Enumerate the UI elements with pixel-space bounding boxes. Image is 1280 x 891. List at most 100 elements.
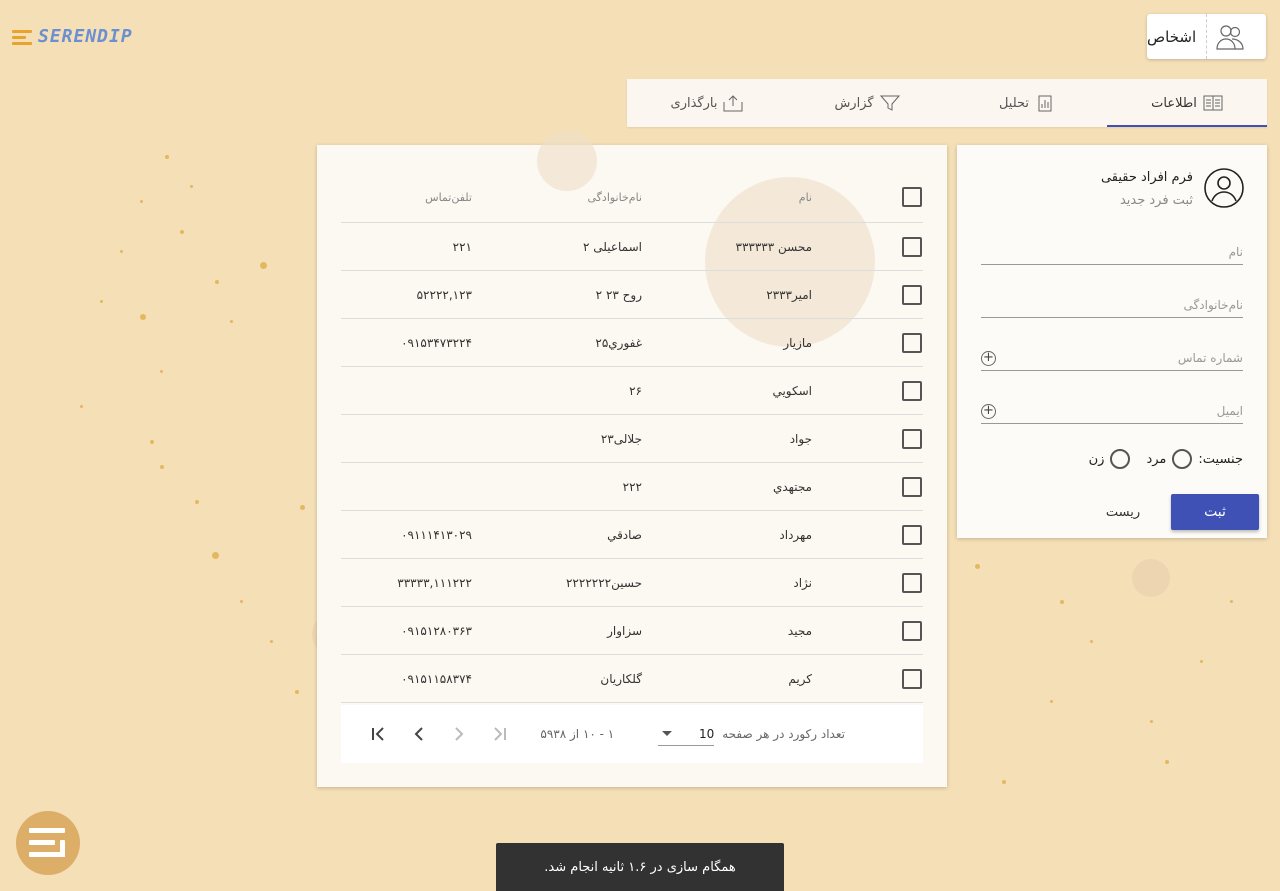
row-checkbox[interactable] xyxy=(902,620,922,641)
cell-name: مجتهدي xyxy=(772,479,812,494)
speckle xyxy=(1090,640,1093,643)
row-checkbox[interactable] xyxy=(902,524,922,545)
gender-male-radio[interactable] xyxy=(1172,449,1193,469)
tab-upload-label: بارگذاری xyxy=(670,95,718,111)
table-row[interactable]: کریم گلکاریان ۰۹۱۵۱۱۵۸۳۷۴ xyxy=(341,655,923,703)
upload-icon xyxy=(723,95,743,112)
speckle xyxy=(230,320,233,323)
speckle xyxy=(165,155,169,159)
filter-icon xyxy=(879,95,900,111)
speckle xyxy=(195,500,199,504)
caret-down-icon xyxy=(662,731,673,736)
speckle xyxy=(240,600,243,603)
row-checkbox[interactable] xyxy=(902,284,922,305)
row-checkbox[interactable] xyxy=(902,428,922,449)
cell-family: روح ۲۳ ۲ xyxy=(595,287,642,302)
speckle xyxy=(215,280,219,284)
name-field xyxy=(981,239,1243,265)
cell-name: نژاد xyxy=(793,575,812,590)
cell-phone: ۲۲۱ xyxy=(452,239,472,254)
tab-analysis-label: تحلیل xyxy=(998,95,1030,111)
reset-button[interactable]: ریست xyxy=(1091,497,1155,527)
cell-family: گلکاریان xyxy=(600,671,642,686)
last-page-icon xyxy=(494,727,507,741)
persons-label: اشخاص xyxy=(1147,27,1197,46)
speckle xyxy=(260,262,267,269)
speckle xyxy=(212,552,219,559)
last-page-button[interactable] xyxy=(484,719,514,749)
family-input[interactable] xyxy=(981,292,1243,317)
add-phone-icon[interactable]: + xyxy=(981,351,996,366)
tab-info[interactable]: اطلاعات xyxy=(1107,79,1267,127)
tab-report[interactable]: گزارش xyxy=(787,79,947,127)
speckle xyxy=(100,300,103,303)
rows-per-page-value: 10 xyxy=(698,726,715,741)
chevron-right-icon xyxy=(455,727,464,741)
cell-family: حسین۲۲۲۲۲۲۲ xyxy=(565,575,642,590)
rows-per-page-select[interactable]: 10 xyxy=(658,722,715,746)
row-checkbox[interactable] xyxy=(902,332,922,353)
row-checkbox[interactable] xyxy=(902,380,922,401)
speckle xyxy=(295,690,299,694)
table-row[interactable]: اسكويي ۲۶ xyxy=(341,367,923,415)
speckle xyxy=(1230,600,1233,603)
analysis-chart-icon xyxy=(1038,95,1052,112)
next-page-button[interactable] xyxy=(444,719,474,749)
chevron-left-icon xyxy=(414,727,424,741)
gender-female-radio[interactable] xyxy=(1110,449,1131,469)
people-icon xyxy=(1206,14,1252,59)
row-checkbox[interactable] xyxy=(902,572,922,593)
previous-page-button[interactable] xyxy=(404,719,434,749)
cell-phone: ۰۹۱۵۱۲۸۰۳۶۳ xyxy=(401,623,472,638)
table-row[interactable]: جواد جلالی۲۳ xyxy=(341,415,923,463)
table-row[interactable]: مازیار غفوري۲۵ ۰۹۱۵۳۴۷۳۲۲۴ xyxy=(341,319,923,367)
cell-family: ۲۲۲ xyxy=(622,479,642,494)
row-checkbox[interactable] xyxy=(902,476,922,497)
persons-table: نام نام‌خانوادگی تلفن‌تماس محسن ۳۳۳۳۳۳ اس… xyxy=(341,172,923,703)
phone-input[interactable] xyxy=(981,345,1243,370)
tab-analysis[interactable]: تحلیل xyxy=(947,79,1107,127)
first-page-button[interactable] xyxy=(364,719,394,749)
serendip-logo: SERENDIP xyxy=(12,26,133,47)
tab-report-label: گزارش xyxy=(834,95,874,111)
main-tabs: اطلاعات تحلیل گزارش بارگذاری xyxy=(627,79,1267,127)
gender-label: جنسیت: xyxy=(1198,451,1243,467)
page-navigation xyxy=(364,719,514,749)
persons-table-card: نام نام‌خانوادگی تلفن‌تماس محسن ۳۳۳۳۳۳ اس… xyxy=(317,131,947,787)
select-all-checkbox[interactable] xyxy=(902,187,922,207)
table-row[interactable]: مجید سزاوار ۰۹۱۵۱۲۸۰۳۶۳ xyxy=(341,607,923,655)
speckle xyxy=(270,640,273,643)
email-input[interactable] xyxy=(981,398,1243,423)
speckle xyxy=(140,314,146,320)
table-row[interactable]: امیر۲۳۳۳ روح ۲۳ ۲ ۵۲۲۲۲,۱۲۳ xyxy=(341,271,923,319)
form-title: فرم افراد حقیقی xyxy=(1100,170,1193,185)
name-input[interactable] xyxy=(981,239,1243,264)
rows-per-page-label: تعداد رکورد در هر صفحه xyxy=(722,727,845,741)
speckle xyxy=(160,370,163,373)
family-field xyxy=(981,292,1243,318)
app-menu-fab[interactable] xyxy=(16,811,80,875)
speckle xyxy=(1060,600,1064,604)
table-row[interactable]: محسن ۳۳۳۳۳۳ اسماعیلی ۲ ۲۲۱ xyxy=(341,223,923,271)
speckle xyxy=(1150,720,1153,723)
row-checkbox[interactable] xyxy=(902,236,922,257)
speckle xyxy=(190,185,193,188)
cell-name: امیر۲۳۳۳ xyxy=(766,287,812,302)
speckle xyxy=(80,405,83,408)
row-checkbox[interactable] xyxy=(902,668,922,689)
header-phone: تلفن‌تماس xyxy=(425,190,472,204)
cell-phone: ۰۹۱۵۱۱۵۸۳۷۴ xyxy=(401,671,472,686)
table-row[interactable]: مهرداد صادقي ۰۹۱۱۱۴۱۳۰۲۹ xyxy=(341,511,923,559)
cell-name: مجید xyxy=(787,623,812,638)
cell-phone: ۰۹۱۱۱۴۱۳۰۲۹ xyxy=(401,527,472,542)
persons-menu-button[interactable]: اشخاص xyxy=(1147,14,1266,59)
table-row[interactable]: مجتهدي ۲۲۲ xyxy=(341,463,923,511)
cell-family: اسماعیلی ۲ xyxy=(582,239,642,254)
table-row[interactable]: نژاد حسین۲۲۲۲۲۲۲ ۳۳۳۳۳,۱۱۱۲۲۲ xyxy=(341,559,923,607)
tab-upload[interactable]: بارگذاری xyxy=(627,79,787,127)
cell-phone: ۳۳۳۳۳,۱۱۱۲۲۲ xyxy=(397,575,472,590)
add-email-icon[interactable]: + xyxy=(981,404,996,419)
save-button[interactable]: ثبت xyxy=(1171,494,1259,530)
user-avatar-icon xyxy=(1204,168,1244,208)
cell-phone: ۵۲۲۲۲,۱۲۳ xyxy=(416,287,472,302)
